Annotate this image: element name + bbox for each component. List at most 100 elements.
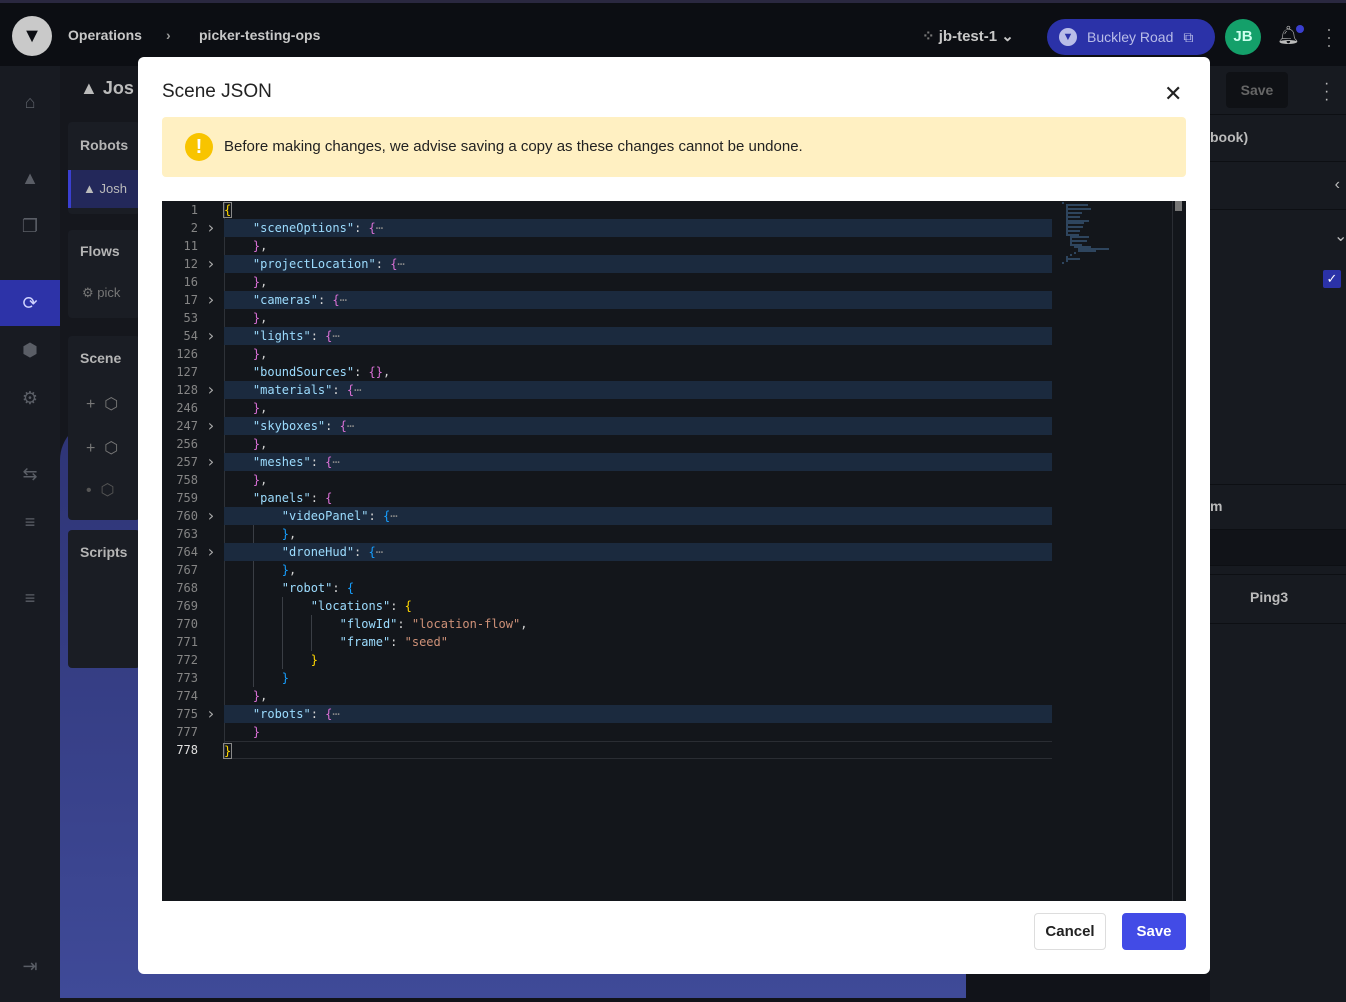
- checkbox[interactable]: ✓: [1323, 270, 1341, 288]
- fold-chevron-icon[interactable]: ›: [206, 705, 216, 723]
- code-line[interactable]: 54 › "lights": {⋯: [162, 327, 1052, 345]
- code-token: "cameras": [252, 293, 318, 307]
- close-icon[interactable]: ✕: [1164, 81, 1182, 107]
- code-token: ,: [289, 563, 297, 577]
- breadcrumb-project[interactable]: picker-testing-ops: [199, 27, 320, 43]
- code-token: :: [354, 221, 369, 235]
- code-line[interactable]: 2 › "sceneOptions": {⋯: [162, 219, 1052, 237]
- app-logo-icon[interactable]: ▼: [12, 16, 52, 56]
- flow-list-item[interactable]: ⚙ pick: [82, 285, 120, 301]
- code-line[interactable]: 257 › "meshes": {⋯: [162, 453, 1052, 471]
- fold-chevron-icon[interactable]: ›: [206, 219, 216, 237]
- code-line[interactable]: 17 › "cameras": {⋯: [162, 291, 1052, 309]
- fold-chevron-icon[interactable]: ›: [206, 255, 216, 273]
- fold-chevron-icon[interactable]: ›: [206, 543, 216, 561]
- expand-icon[interactable]: + ⬡: [86, 394, 118, 414]
- code-line[interactable]: 774 },: [162, 687, 1052, 705]
- minimap-line: [1066, 208, 1092, 210]
- code-line[interactable]: 759 "panels": {: [162, 489, 1052, 507]
- line-number: 128: [176, 383, 198, 397]
- code-token: ,: [260, 239, 268, 253]
- code-line[interactable]: 763 },: [162, 525, 1052, 543]
- minimap-line: [1066, 222, 1084, 224]
- code-line[interactable]: 16 },: [162, 273, 1052, 291]
- sidebar: ⌂ ▲ ❐ ⟳ ⬢ ⚙ ⇆ ≡ ≡ ⇥: [0, 66, 60, 1002]
- right-row: Ping3: [1210, 574, 1346, 624]
- gallery-icon[interactable]: ❐: [0, 206, 60, 246]
- warning-text: Before making changes, we advise saving …: [224, 138, 803, 155]
- code-line[interactable]: 128 › "materials": {⋯: [162, 381, 1052, 399]
- scripts-card: Scripts: [68, 530, 140, 668]
- scrollbar-thumb[interactable]: [1175, 201, 1182, 211]
- code-line[interactable]: 772 }: [162, 651, 1052, 669]
- code-line[interactable]: 767 },: [162, 561, 1052, 579]
- minimap[interactable]: [1060, 201, 1172, 901]
- chevron-left-icon[interactable]: ‹: [1335, 176, 1340, 194]
- right-row: book): [1210, 114, 1346, 162]
- code-token: ,: [260, 275, 268, 289]
- code-line[interactable]: 778}: [162, 741, 1052, 759]
- robot-list-item[interactable]: ▲ Josh: [68, 170, 140, 208]
- site-name: Buckley Road: [1087, 29, 1174, 45]
- code-line[interactable]: 127 "boundSources": {},: [162, 363, 1052, 381]
- code-token: :: [390, 635, 405, 649]
- nodes-icon: ⁘: [922, 28, 939, 45]
- code-line[interactable]: 11 },: [162, 237, 1052, 255]
- more-menu-icon[interactable]: · · ·: [1324, 76, 1329, 108]
- code-text: },: [224, 471, 1052, 489]
- robot-icon[interactable]: ▲: [0, 158, 60, 198]
- code-line[interactable]: 1{: [162, 201, 1052, 219]
- transfer-icon[interactable]: ⇆: [0, 454, 60, 494]
- database-search-icon[interactable]: ≡: [0, 502, 60, 542]
- json-editor[interactable]: 1{2 › "sceneOptions": {⋯ 11 }, 12 › "project…: [162, 201, 1186, 901]
- fold-chevron-icon[interactable]: ›: [206, 291, 216, 309]
- code-token: ⋯: [375, 545, 383, 559]
- code-line[interactable]: 247 › "skyboxes": {⋯: [162, 417, 1052, 435]
- chevron-down-icon[interactable]: ⌄: [1334, 226, 1346, 246]
- code-line[interactable]: 126 },: [162, 345, 1052, 363]
- fold-chevron-icon[interactable]: ›: [206, 381, 216, 399]
- scrollbar[interactable]: [1172, 201, 1186, 901]
- project-selector[interactable]: ⁘ jb-test-1 ⌄: [922, 27, 1014, 45]
- code-line[interactable]: 771 "frame": "seed": [162, 633, 1052, 651]
- fold-chevron-icon[interactable]: ›: [206, 417, 216, 435]
- save-button[interactable]: Save: [1122, 913, 1186, 950]
- code-line[interactable]: 769 "locations": {: [162, 597, 1052, 615]
- background-save-button[interactable]: Save: [1226, 72, 1288, 108]
- code-line[interactable]: 53 },: [162, 309, 1052, 327]
- code-line[interactable]: 777 }: [162, 723, 1052, 741]
- code-line[interactable]: 764 › "droneHud": {⋯: [162, 543, 1052, 561]
- code-text: }: [224, 669, 1052, 687]
- code-line[interactable]: 256 },: [162, 435, 1052, 453]
- home-icon[interactable]: ⌂: [0, 82, 60, 122]
- code-line[interactable]: 12 › "projectLocation": {⋯: [162, 255, 1052, 273]
- breadcrumb-chevron-icon: ›: [166, 27, 171, 43]
- gear-icon[interactable]: ⚙: [0, 378, 60, 418]
- code-line[interactable]: 773 }: [162, 669, 1052, 687]
- expand-sidebar-icon[interactable]: ⇥: [0, 946, 60, 986]
- cancel-button[interactable]: Cancel: [1034, 913, 1106, 950]
- operations-icon[interactable]: ⟳: [0, 280, 60, 326]
- code-line[interactable]: 758 },: [162, 471, 1052, 489]
- code-line[interactable]: 770 "flowId": "location-flow",: [162, 615, 1052, 633]
- expand-icon[interactable]: + ⬡: [86, 438, 118, 458]
- fold-chevron-icon[interactable]: ›: [206, 327, 216, 345]
- fold-chevron-icon[interactable]: ›: [206, 453, 216, 471]
- line-number: 1: [190, 203, 198, 217]
- cube-icon[interactable]: ⬢: [0, 330, 60, 370]
- avatar[interactable]: JB: [1225, 19, 1261, 55]
- code-line[interactable]: 246 },: [162, 399, 1052, 417]
- fold-chevron-icon[interactable]: ›: [206, 507, 216, 525]
- code-line[interactable]: 760 › "videoPanel": {⋯: [162, 507, 1052, 525]
- more-menu-icon[interactable]: · · ·: [1324, 20, 1334, 54]
- breadcrumb-operations[interactable]: Operations: [68, 27, 142, 43]
- site-button[interactable]: ▼ Buckley Road ⧉: [1047, 19, 1215, 55]
- database-icon[interactable]: ≡: [0, 578, 60, 618]
- code-line[interactable]: 768 "robot": {: [162, 579, 1052, 597]
- code-line[interactable]: 775 › "robots": {⋯: [162, 705, 1052, 723]
- robot-icon: ▲: [80, 78, 103, 98]
